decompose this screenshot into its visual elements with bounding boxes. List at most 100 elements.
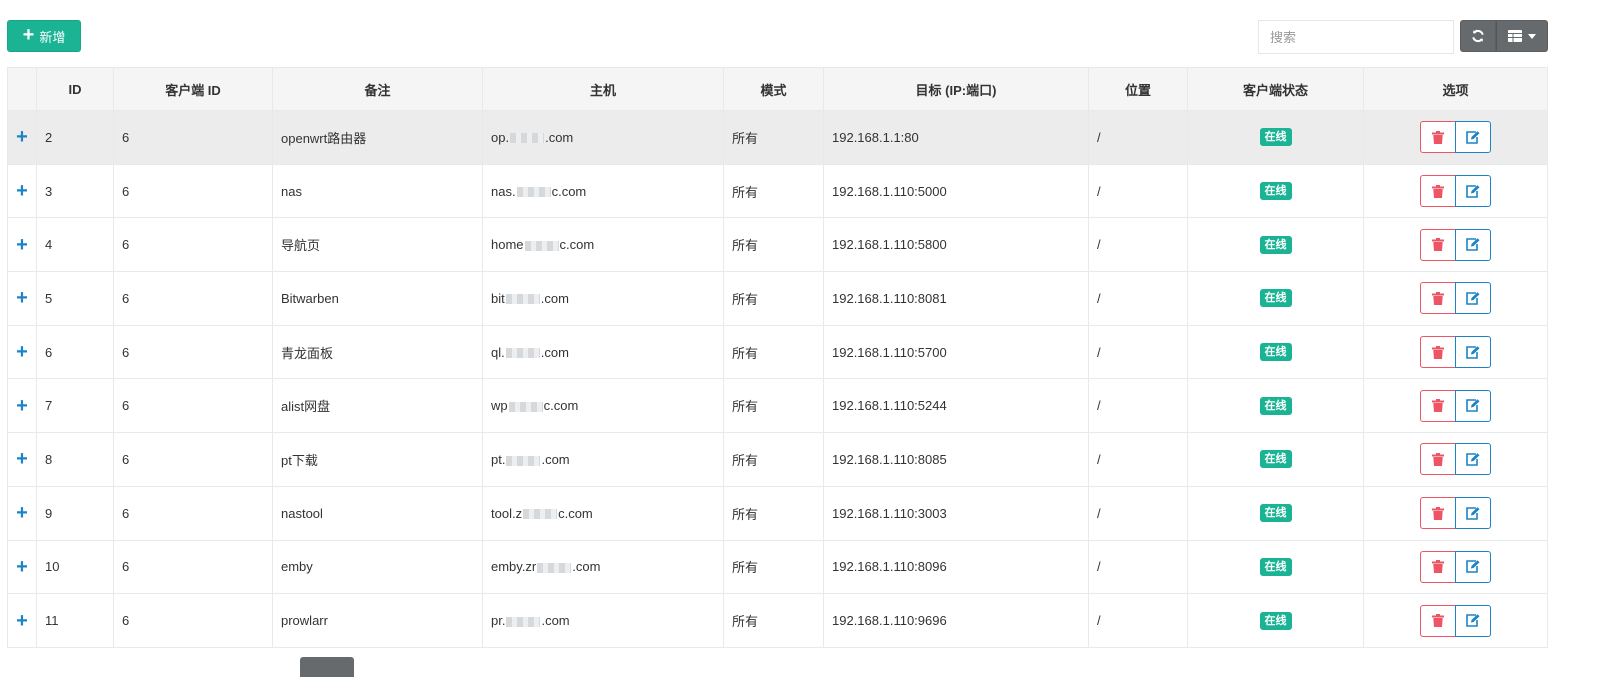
- status-badge: 在线: [1259, 343, 1292, 362]
- host-prefix: bit: [491, 290, 505, 306]
- edit-icon: [1466, 184, 1480, 198]
- plus-icon[interactable]: +: [16, 287, 28, 309]
- delete-button[interactable]: [1420, 228, 1456, 261]
- row-expand-cell[interactable]: +: [7, 271, 37, 326]
- host-suffix: .com: [545, 129, 574, 145]
- cell-client-id: 6: [113, 378, 273, 434]
- row-expand-cell[interactable]: +: [7, 378, 37, 434]
- cell-location: /: [1088, 378, 1188, 434]
- edit-button[interactable]: [1455, 550, 1491, 583]
- host-mask: [516, 187, 551, 198]
- edit-button[interactable]: [1455, 228, 1491, 261]
- plus-icon[interactable]: +: [16, 610, 28, 632]
- row-actions: [1372, 389, 1539, 422]
- add-button[interactable]: + 新增: [7, 20, 81, 52]
- row-actions: [1372, 497, 1539, 530]
- cell-mode: 所有: [723, 378, 824, 434]
- delete-button[interactable]: [1420, 389, 1456, 422]
- cell-remark: emby: [272, 539, 483, 595]
- cell-location: /: [1088, 324, 1188, 380]
- edit-button[interactable]: [1455, 121, 1491, 154]
- edit-button[interactable]: [1455, 604, 1491, 637]
- delete-button[interactable]: [1420, 497, 1456, 530]
- delete-button[interactable]: [1420, 282, 1456, 315]
- delete-button[interactable]: [1420, 443, 1456, 476]
- table-row[interactable]: +10 6 emby emby.zr .com 所有 192.168.1.110:8096/…: [7, 539, 1548, 595]
- status-badge: 在线: [1259, 450, 1292, 469]
- delete-button[interactable]: [1420, 121, 1456, 154]
- cell-remark: prowlarr: [272, 593, 483, 648]
- cell-mode: 所有: [723, 110, 824, 165]
- cell-target: 192.168.1.110:5800: [823, 217, 1089, 273]
- host-mask: [506, 616, 541, 627]
- plus-icon[interactable]: +: [16, 341, 28, 363]
- header-client-id[interactable]: 客户端 ID: [113, 67, 273, 111]
- header-options: 选项: [1363, 67, 1548, 111]
- edit-icon: [1466, 453, 1480, 466]
- row-actions: [1372, 121, 1539, 154]
- table-header: ID 客户端 ID 备注 主机 模式 目标 (IP:端口) 位置 客户端状态 选…: [7, 67, 1548, 111]
- table-row[interactable]: +11 6 prowlarr pr. .com 所有 192.168.1.110:9696/…: [7, 593, 1548, 648]
- row-expand-cell[interactable]: +: [7, 539, 37, 595]
- page-size-button[interactable]: [300, 657, 354, 677]
- row-expand-cell[interactable]: +: [7, 110, 37, 165]
- plus-icon[interactable]: +: [16, 180, 28, 202]
- delete-button[interactable]: [1420, 550, 1456, 583]
- plus-icon[interactable]: +: [16, 395, 28, 417]
- delete-button[interactable]: [1420, 336, 1456, 369]
- table-row[interactable]: +2 6 openwrt路由器 op. .com 所有 192.168.1.1:80/ 在线: [7, 110, 1548, 165]
- row-expand-cell[interactable]: +: [7, 324, 37, 380]
- header-mode[interactable]: 模式: [723, 67, 824, 111]
- header-location[interactable]: 位置: [1088, 67, 1188, 111]
- header-client-status[interactable]: 客户端状态: [1187, 67, 1364, 111]
- toolbar: + 新增: [7, 20, 1619, 54]
- table-row[interactable]: +3 6 nas nas. c.com 所有 192.168.1.110:5000/ 在线: [7, 163, 1548, 219]
- table-row[interactable]: +4 6 导航页 home c.com 所有 192.168.1.110:5800/ 在线: [7, 217, 1548, 273]
- host-mask: [510, 133, 545, 144]
- plus-icon[interactable]: +: [16, 234, 28, 256]
- plus-icon[interactable]: +: [16, 502, 28, 524]
- cell-client-id: 6: [113, 324, 273, 380]
- refresh-button[interactable]: [1460, 20, 1496, 52]
- tunnel-table: ID 客户端 ID 备注 主机 模式 目标 (IP:端口) 位置 客户端状态 选…: [7, 67, 1548, 648]
- host-prefix: home: [491, 237, 524, 253]
- header-id[interactable]: ID: [36, 67, 114, 111]
- table-row[interactable]: +8 6 pt下载 pt. .com 所有 192.168.1.110:8085/ 在线: [7, 432, 1548, 487]
- row-expand-cell[interactable]: +: [7, 163, 37, 219]
- plus-icon[interactable]: +: [16, 126, 28, 148]
- row-expand-cell[interactable]: +: [7, 217, 37, 273]
- cell-id: 7: [36, 378, 114, 434]
- cell-target: 192.168.1.1:80: [823, 110, 1089, 165]
- table-row[interactable]: +5 6 Bitwarben bit .com 所有 192.168.1.110:8081/…: [7, 271, 1548, 326]
- delete-button[interactable]: [1420, 175, 1456, 208]
- host-mask: [505, 294, 540, 305]
- row-expand-cell[interactable]: +: [7, 593, 37, 648]
- cell-options: [1363, 378, 1548, 434]
- cell-client-id: 6: [113, 432, 273, 487]
- plus-icon[interactable]: +: [16, 556, 28, 578]
- edit-button[interactable]: [1455, 282, 1491, 315]
- table-row[interactable]: +6 6 青龙面板 ql. .com 所有 192.168.1.110:5700/在线: [7, 324, 1548, 380]
- cell-options: [1363, 217, 1548, 273]
- table-row[interactable]: +9 6 nastool tool.z c.com 所有 192.168.1.110:300…: [7, 485, 1548, 541]
- header-host[interactable]: 主机: [482, 67, 724, 111]
- header-target[interactable]: 目标 (IP:端口): [823, 67, 1089, 111]
- edit-button[interactable]: [1455, 497, 1491, 530]
- cell-client-id: 6: [113, 271, 273, 326]
- cell-mode: 所有: [723, 593, 824, 648]
- row-expand-cell[interactable]: +: [7, 485, 37, 541]
- search-input[interactable]: [1258, 20, 1454, 54]
- columns-toggle-button[interactable]: [1496, 20, 1548, 52]
- status-badge: 在线: [1259, 235, 1292, 254]
- delete-button[interactable]: [1420, 604, 1456, 637]
- edit-button[interactable]: [1455, 175, 1491, 208]
- host-prefix: tool.z: [491, 505, 523, 521]
- edit-button[interactable]: [1455, 336, 1491, 369]
- table-row[interactable]: +7 6 alist网盘 wp c.com 所有 192.168.1.110:5244/ 在线: [7, 378, 1548, 434]
- plus-icon[interactable]: +: [16, 448, 28, 470]
- header-remark[interactable]: 备注: [272, 67, 483, 111]
- edit-button[interactable]: [1455, 443, 1491, 476]
- cell-client-status: 在线: [1187, 485, 1364, 541]
- row-expand-cell[interactable]: +: [7, 432, 37, 487]
- edit-button[interactable]: [1455, 389, 1491, 422]
